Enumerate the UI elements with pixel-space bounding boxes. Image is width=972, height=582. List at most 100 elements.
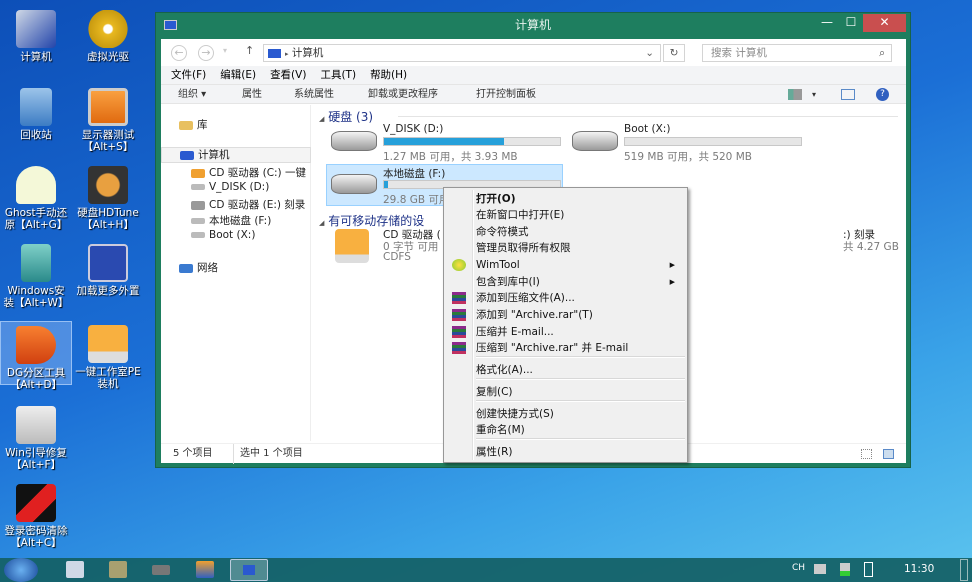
menu-item-add-to-archive[interactable]: 添加到压缩文件(A)... [446, 290, 685, 306]
toolbox-icon [16, 406, 56, 444]
desktop-icon-pe-install[interactable]: 一键工作室PE 装机 [72, 321, 144, 390]
nav-drive-c[interactable]: CD 驱动器 (C:) 一键 [191, 165, 306, 180]
menu-item-label: 包含到库中(I) [476, 276, 540, 288]
title-bar[interactable]: 计算机 [156, 13, 910, 39]
nav-drive-e[interactable]: CD 驱动器 (E:) 刻录 [191, 197, 305, 212]
desktop-icon-load-more[interactable]: 加载更多外置 [72, 240, 144, 297]
nav-library[interactable]: 库 [179, 117, 208, 132]
menu-item-label: 属性(R) [476, 446, 513, 458]
winrar-icon [452, 342, 466, 354]
nav-drive-f[interactable]: 本地磁盘 (F:) [191, 213, 271, 228]
menu-file[interactable]: 文件(F) [171, 69, 206, 81]
tools-drive-icon [88, 325, 128, 363]
close-button[interactable]: ✕ [863, 14, 906, 32]
details-view-icon[interactable] [861, 449, 872, 459]
properties-button[interactable]: 属性 [242, 85, 262, 104]
desktop-icon-computer[interactable]: 计算机 [0, 6, 72, 63]
nav-computer[interactable]: 计算机 [161, 147, 311, 163]
drive-usage-fill [384, 181, 388, 188]
show-desktop-button[interactable] [960, 559, 968, 581]
menu-item-label: 创建快捷方式(S) [476, 408, 554, 420]
taskbar-explorer-button[interactable] [230, 559, 268, 581]
desktop-icon-hdtune[interactable]: 硬盘HDTune 【Alt+H】 [72, 162, 144, 231]
search-input[interactable]: 搜索 计算机 ⌕ [702, 44, 892, 62]
view-options-icon[interactable] [788, 89, 802, 100]
organize-button[interactable]: 组织 ▾ [178, 85, 206, 104]
taskbar-drive-icon[interactable] [152, 565, 170, 575]
back-button[interactable]: ← [171, 45, 187, 61]
menu-edit[interactable]: 编辑(E) [220, 69, 256, 81]
minimize-button[interactable]: — [816, 14, 838, 32]
desktop-icon-diskgenius[interactable]: DG分区工具 【Alt+D】 [0, 321, 72, 391]
maximize-button[interactable]: ☐ [840, 14, 862, 32]
menu-item-include-in-library[interactable]: 包含到库中(I) ▶ [446, 274, 685, 290]
nav-network[interactable]: 网络 [179, 260, 218, 275]
keyboard-icon[interactable] [814, 564, 826, 574]
desktop-icon-monitor-test[interactable]: 显示器测试 【Alt+S】 [72, 84, 144, 153]
desktop-icon-virtual-drive[interactable]: 虚拟光驱 [72, 6, 144, 63]
menu-view[interactable]: 查看(V) [270, 69, 306, 81]
taskbar-computer-icon[interactable] [66, 561, 84, 578]
taskbar-app-icon[interactable] [196, 561, 214, 578]
menu-item-create-shortcut[interactable]: 创建快捷方式(S) [446, 406, 685, 422]
drive-d[interactable]: V_DISK (D:) 1.27 MB 可用，共 3.93 MB [331, 123, 566, 163]
key-icon [16, 484, 56, 522]
menu-item-label: 压缩并 E-mail... [476, 326, 554, 338]
menu-item-format[interactable]: 格式化(A)... [446, 362, 685, 378]
desktop-icon-ghost[interactable]: Ghost手动还 原【Alt+G】 [0, 162, 72, 231]
menu-item-label: 添加到压缩文件(A)... [476, 292, 575, 304]
menu-item-take-ownership[interactable]: 管理员取得所有权限 [446, 240, 685, 256]
cd-burner-icon [191, 200, 205, 210]
address-bar[interactable]: ▸ 计算机 ⌄ [263, 44, 661, 62]
start-button[interactable] [4, 558, 38, 582]
menu-item-label: 管理员取得所有权限 [476, 242, 571, 254]
preview-pane-icon[interactable] [841, 89, 855, 100]
nav-drive-x[interactable]: Boot (X:) [191, 229, 255, 241]
winrar-icon [452, 309, 466, 321]
clock[interactable]: 11:30 [904, 563, 934, 575]
desktop-icon-recycle-bin[interactable]: 回收站 [0, 84, 72, 141]
desktop-icon-windows-install[interactable]: Windows安 装【Alt+W】 [0, 240, 72, 309]
menu-separator [476, 378, 685, 380]
group-divider [398, 116, 898, 117]
nav-drive-d[interactable]: V_DISK (D:) [191, 181, 269, 193]
uninstall-button[interactable]: 卸载或更改程序 [368, 85, 438, 104]
menu-item-open[interactable]: 打开(O) [446, 191, 685, 207]
forward-button[interactable]: → [198, 45, 214, 61]
desktop-icon-password-clear[interactable]: 登录密码清除 【Alt+C】 [0, 480, 72, 549]
monitor-icon [88, 88, 128, 126]
menu-tools[interactable]: 工具(T) [320, 69, 356, 81]
taskbar-tool-icon[interactable] [109, 561, 127, 578]
menu-item-add-to-archive-rar[interactable]: 添加到 "Archive.rar"(T) [446, 307, 685, 323]
computer-icon [243, 565, 255, 575]
menu-item-copy[interactable]: 复制(C) [446, 384, 685, 400]
usb-safe-remove-icon[interactable] [840, 563, 850, 576]
drive-usage-fill [384, 138, 504, 145]
menu-item-open-new-window[interactable]: 在新窗口中打开(E) [446, 207, 685, 223]
system-properties-button[interactable]: 系统属性 [294, 85, 334, 104]
recycle-bin-icon [20, 88, 52, 126]
large-icons-view-icon[interactable] [883, 449, 894, 459]
windows-icon [21, 244, 51, 282]
menu-help[interactable]: 帮助(H) [370, 69, 407, 81]
menu-item-wimtool[interactable]: WimTool ▶ [446, 257, 685, 273]
view-dropdown-icon[interactable]: ▾ [812, 85, 816, 104]
battery-icon[interactable] [864, 562, 873, 577]
up-button[interactable]: ↑ [245, 44, 254, 57]
menu-item-compress-rar-email[interactable]: 压缩到 "Archive.rar" 并 E-mail [446, 340, 685, 356]
context-menu: 打开(O) 在新窗口中打开(E) 命令符模式 管理员取得所有权限 WimTool ▶ 包含到… [443, 187, 688, 463]
desktop-icon-boot-repair[interactable]: Win引导修复 【Alt+F】 [0, 402, 72, 471]
menu-item-command-prompt[interactable]: 命令符模式 [446, 224, 685, 240]
menu-item-compress-email[interactable]: 压缩并 E-mail... [446, 324, 685, 340]
language-indicator[interactable]: CH [792, 563, 805, 573]
help-icon[interactable]: ? [876, 88, 889, 101]
menu-item-rename[interactable]: 重命名(M) [446, 422, 685, 438]
history-dropdown-icon[interactable]: ▾ [223, 46, 227, 55]
menu-item-properties[interactable]: 属性(R) [446, 444, 685, 460]
address-dropdown-icon[interactable]: ⌄ [645, 45, 654, 61]
item-count: 5 个项目 [173, 448, 213, 459]
drive-x[interactable]: Boot (X:) 519 MB 可用，共 520 MB [572, 123, 807, 163]
control-panel-button[interactable]: 打开控制面板 [476, 85, 536, 104]
computer-icon [268, 48, 281, 58]
refresh-button[interactable]: ↻ [663, 44, 685, 62]
